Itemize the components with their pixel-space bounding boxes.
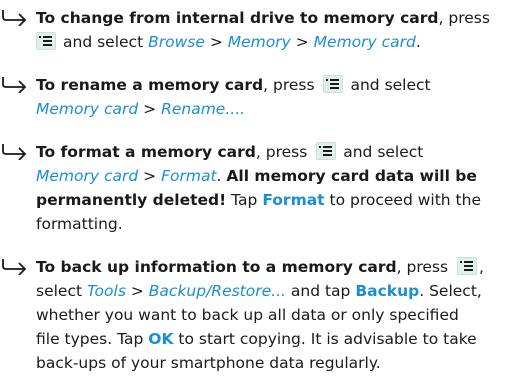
warning-text: All memory card data will be [226,167,477,185]
instruction-rename-card: To rename a memory card, press and selec… [0,73,525,121]
menu-key-icon [316,142,337,160]
menu-path-rename: Rename.... [161,100,246,118]
menu-path-memory-card: Memory card [313,33,416,51]
instruction-format-card: To format a memory card, press and selec… [0,140,525,236]
ok-button-label: OK [148,330,174,348]
format-button-label: Format [262,191,325,209]
menu-key-icon [36,32,56,50]
menu-path-memory-card: Memory card [36,167,139,185]
right-hook-arrow-icon [0,73,36,97]
instruction-title: To rename a memory card [36,76,264,94]
backup-button-label: Backup [355,282,420,300]
menu-path-browse: Browse [148,33,205,51]
right-hook-arrow-icon [0,140,36,164]
instruction-title: To format a memory card [36,143,256,161]
menu-path-tools: Tools [87,282,126,300]
instruction-title: To change from internal drive to memory … [36,9,439,27]
right-hook-arrow-icon [0,6,36,30]
menu-key-icon [323,75,344,93]
menu-path-backup-restore: Backup/Restore... [148,282,286,300]
instruction-change-drive: To change from internal drive to memory … [0,6,525,54]
menu-path-format: Format [161,167,217,185]
menu-path-memory: Memory [227,33,291,51]
menu-key-icon [457,257,477,275]
warning-text: permanently deleted! [36,191,227,209]
manual-page: To change from internal drive to memory … [0,0,525,381]
instruction-backup: To back up information to a memory card,… [0,255,525,375]
menu-path-memory-card: Memory card [36,100,139,118]
right-hook-arrow-icon [0,255,36,279]
instruction-title: To back up information to a memory card [36,258,397,276]
